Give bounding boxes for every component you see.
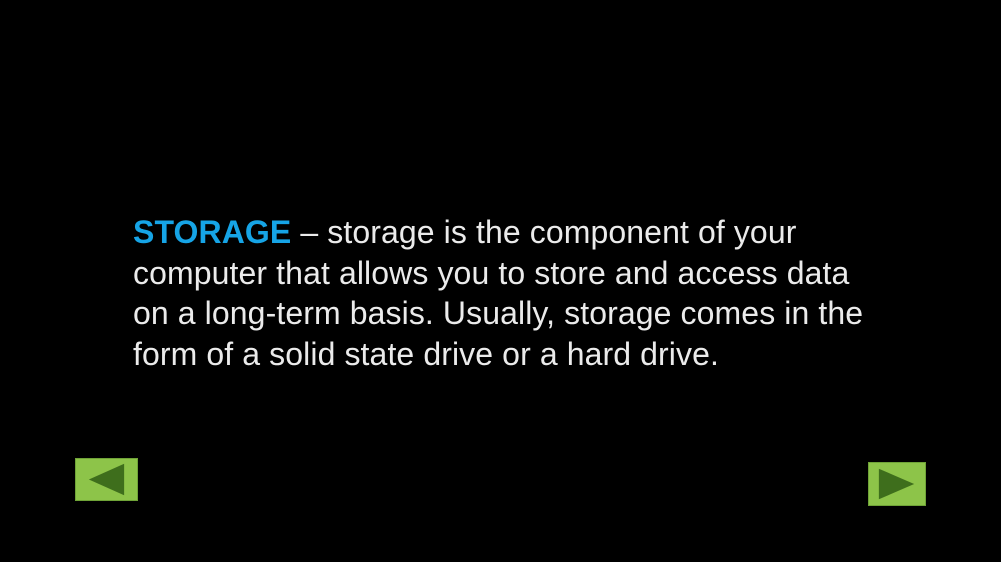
slide-body-text: STORAGE – storage is the component of yo… — [133, 212, 873, 374]
right-arrow-icon — [878, 468, 915, 500]
next-slide-button[interactable] — [868, 462, 926, 506]
left-arrow-icon — [88, 463, 125, 496]
slide-term: STORAGE — [133, 214, 292, 250]
slide: STORAGE – storage is the component of yo… — [0, 0, 1001, 562]
previous-slide-button[interactable] — [75, 458, 138, 501]
